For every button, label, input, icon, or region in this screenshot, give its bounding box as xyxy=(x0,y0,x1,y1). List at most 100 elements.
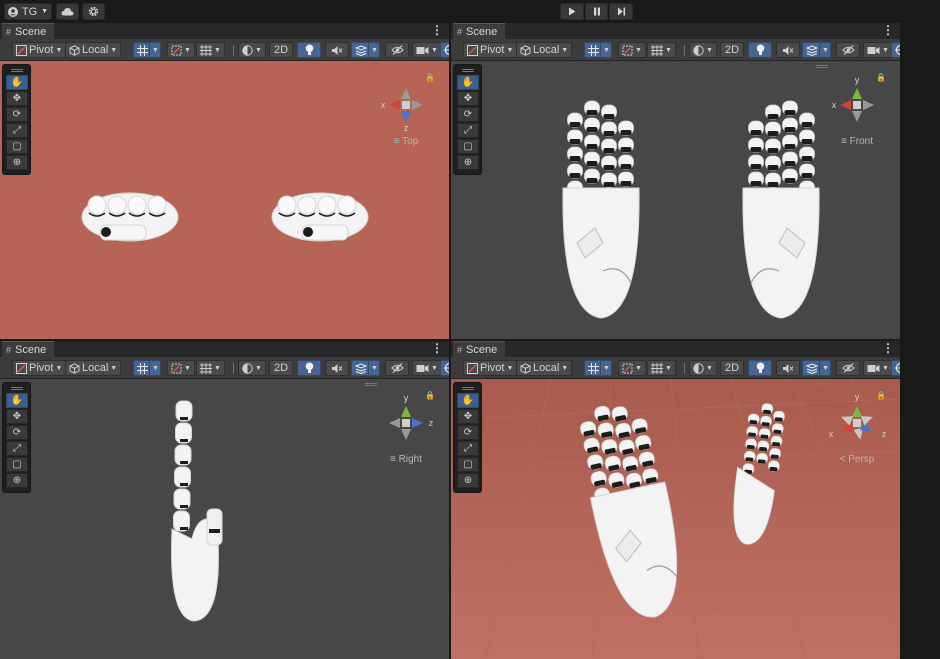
grid-snap-dropdown[interactable]: ▼ xyxy=(149,42,161,58)
rotate-tool-button[interactable]: ⟳ xyxy=(6,107,28,122)
grid-visibility-dropdown[interactable]: ▼ xyxy=(196,42,225,58)
cloud-button[interactable] xyxy=(56,3,79,20)
draw-mode-dropdown[interactable]: ▼ xyxy=(238,42,266,58)
scene-viewport[interactable]: ✋ ✥ ⟳ ⤢ ▢ ⊕ 🔒 yxz < Persp xyxy=(451,379,900,659)
scene-tab[interactable]: # Scene xyxy=(2,23,55,39)
mode-2d-toggle[interactable]: 2D xyxy=(720,360,744,376)
grid-visibility-dropdown[interactable]: ▼ xyxy=(647,42,676,58)
audio-toggle[interactable] xyxy=(325,42,349,58)
camera-dropdown[interactable]: ▼ xyxy=(863,42,893,58)
account-button[interactable]: TG ▼ xyxy=(4,3,52,20)
scene-visibility-toggle[interactable] xyxy=(836,360,860,376)
axis-gizmo-icon[interactable]: y x z xyxy=(822,393,892,453)
rect-tool-button[interactable]: ▢ xyxy=(6,457,28,472)
hand-tool-button[interactable]: ✋ xyxy=(457,393,479,408)
audio-toggle[interactable] xyxy=(776,42,800,58)
effects-dropdown[interactable]: ▼ xyxy=(819,360,831,376)
lighting-toggle[interactable] xyxy=(748,360,772,376)
gizmos-toggle[interactable] xyxy=(440,42,449,58)
local-dropdown[interactable]: Local ▼ xyxy=(65,42,122,58)
gizmos-toggle[interactable] xyxy=(891,360,900,376)
scale-tool-button[interactable]: ⤢ xyxy=(6,123,28,138)
effects-dropdown[interactable]: ▼ xyxy=(368,360,380,376)
lighting-toggle[interactable] xyxy=(297,360,321,376)
overlay-drag-handle[interactable] xyxy=(457,385,478,391)
local-dropdown[interactable]: Local ▼ xyxy=(516,42,573,58)
transform-tool-button[interactable]: ⊕ xyxy=(6,155,28,170)
draw-mode-dropdown[interactable]: ▼ xyxy=(689,42,717,58)
more-options-icon[interactable]: ⋮ xyxy=(431,342,443,354)
move-tool-button[interactable]: ✥ xyxy=(6,409,28,424)
scale-tool-button[interactable]: ⤢ xyxy=(457,123,479,138)
scene-viewport[interactable]: ✋ ✥ ⟳ ⤢ ▢ ⊕ 🔒 xz ≡ Top xyxy=(0,61,449,339)
grid-visibility-dropdown[interactable]: ▼ xyxy=(196,360,225,376)
overlay-drag-handle[interactable] xyxy=(6,67,27,73)
local-dropdown[interactable]: Local ▼ xyxy=(65,360,122,376)
scene-tab[interactable]: # Scene xyxy=(453,23,506,39)
hand-tool-button[interactable]: ✋ xyxy=(6,393,28,408)
transform-tool-button[interactable]: ⊕ xyxy=(6,473,28,488)
scene-viewport[interactable]: ✋ ✥ ⟳ ⤢ ▢ ⊕ 🔒 zy ≡ Right xyxy=(0,379,449,659)
pivot-dropdown[interactable]: Pivot ▼ xyxy=(463,42,518,58)
mode-2d-toggle[interactable]: 2D xyxy=(269,360,293,376)
rotate-tool-button[interactable]: ⟳ xyxy=(6,425,28,440)
audio-toggle[interactable] xyxy=(776,360,800,376)
pivot-dropdown[interactable]: Pivot ▼ xyxy=(12,42,67,58)
settings-button[interactable] xyxy=(82,3,105,20)
move-tool-button[interactable]: ✥ xyxy=(457,91,479,106)
mode-2d-toggle[interactable]: 2D xyxy=(720,42,744,58)
orientation-drag-handle[interactable] xyxy=(816,65,828,69)
orientation-gizmo[interactable]: 🔒 yxz < Persp xyxy=(822,391,892,481)
rotate-tool-button[interactable]: ⟳ xyxy=(457,425,479,440)
more-options-icon[interactable]: ⋮ xyxy=(882,342,894,354)
view-projection-label[interactable]: ≡ Front xyxy=(822,136,892,147)
grid-snap-dropdown[interactable]: ▼ xyxy=(149,360,161,376)
grid-snap-dropdown[interactable]: ▼ xyxy=(600,360,612,376)
scene-visibility-toggle[interactable] xyxy=(385,42,409,58)
draw-mode-dropdown[interactable]: ▼ xyxy=(238,360,266,376)
audio-toggle[interactable] xyxy=(325,360,349,376)
grid-visibility-dropdown[interactable]: ▼ xyxy=(647,360,676,376)
rotate-tool-button[interactable]: ⟳ xyxy=(457,107,479,122)
orientation-drag-handle[interactable] xyxy=(365,65,377,69)
orientation-drag-handle[interactable] xyxy=(816,383,828,387)
scene-visibility-toggle[interactable] xyxy=(385,360,409,376)
mode-2d-toggle[interactable]: 2D xyxy=(269,42,293,58)
orientation-drag-handle[interactable] xyxy=(365,383,377,387)
grid-snap-dropdown[interactable]: ▼ xyxy=(600,42,612,58)
rect-tool-button[interactable]: ▢ xyxy=(457,139,479,154)
axis-gizmo-icon[interactable]: xz xyxy=(371,75,441,135)
effects-dropdown[interactable]: ▼ xyxy=(819,42,831,58)
increment-snap-dropdown[interactable]: ▼ xyxy=(167,360,195,376)
local-dropdown[interactable]: Local ▼ xyxy=(516,360,573,376)
scene-visibility-toggle[interactable] xyxy=(836,42,860,58)
rect-tool-button[interactable]: ▢ xyxy=(6,139,28,154)
increment-snap-dropdown[interactable]: ▼ xyxy=(618,360,646,376)
view-projection-label[interactable]: ≡ Top xyxy=(371,136,441,147)
draw-mode-dropdown[interactable]: ▼ xyxy=(689,360,717,376)
overlay-drag-handle[interactable] xyxy=(6,385,27,391)
move-tool-button[interactable]: ✥ xyxy=(6,91,28,106)
move-tool-button[interactable]: ✥ xyxy=(457,409,479,424)
hand-tool-button[interactable]: ✋ xyxy=(457,75,479,90)
effects-dropdown[interactable]: ▼ xyxy=(368,42,380,58)
scale-tool-button[interactable]: ⤢ xyxy=(6,441,28,456)
rect-tool-button[interactable]: ▢ xyxy=(457,457,479,472)
view-projection-label[interactable]: ≡ Right xyxy=(371,454,441,465)
lighting-toggle[interactable] xyxy=(297,42,321,58)
orientation-gizmo[interactable]: 🔒 xy ≡ Front xyxy=(822,73,892,163)
gizmos-toggle[interactable] xyxy=(440,360,449,376)
pivot-dropdown[interactable]: Pivot ▼ xyxy=(463,360,518,376)
transform-tool-button[interactable]: ⊕ xyxy=(457,155,479,170)
gizmos-toggle[interactable] xyxy=(891,42,900,58)
increment-snap-dropdown[interactable]: ▼ xyxy=(167,42,195,58)
orientation-gizmo[interactable]: 🔒 xz ≡ Top xyxy=(371,73,441,163)
lighting-toggle[interactable] xyxy=(748,42,772,58)
more-options-icon[interactable]: ⋮ xyxy=(882,24,894,36)
overlay-drag-handle[interactable] xyxy=(457,67,478,73)
hand-tool-button[interactable]: ✋ xyxy=(6,75,28,90)
view-projection-label[interactable]: < Persp xyxy=(822,454,892,465)
camera-dropdown[interactable]: ▼ xyxy=(863,360,893,376)
scale-tool-button[interactable]: ⤢ xyxy=(457,441,479,456)
scene-tab[interactable]: # Scene xyxy=(2,341,55,357)
